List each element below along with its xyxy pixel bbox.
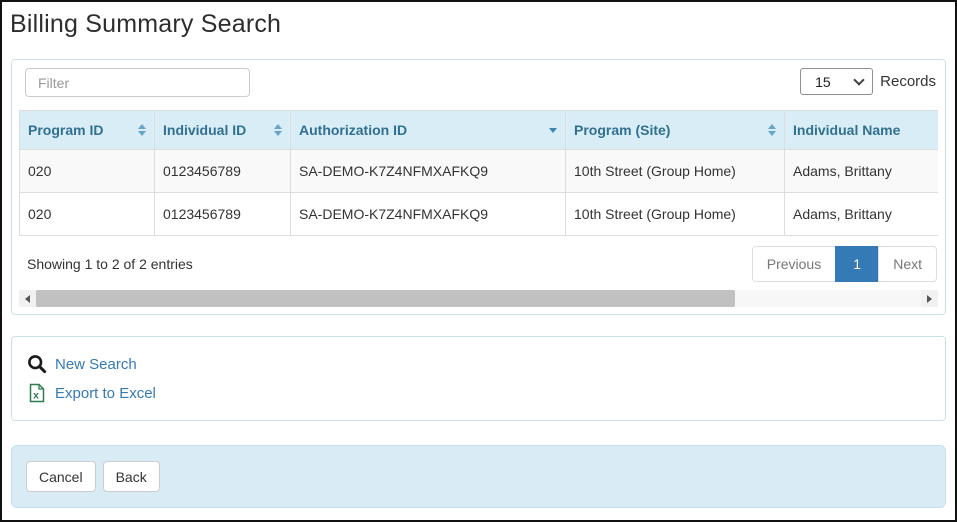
excel-icon: x xyxy=(27,383,47,403)
records-per-page-group: 15 Records xyxy=(800,68,936,95)
table-controls-row: 15 Records xyxy=(19,67,938,97)
cell-program-site: 10th Street (Group Home) xyxy=(565,149,785,193)
cell-program-id: 020 xyxy=(19,149,155,193)
scrollbar-track[interactable] xyxy=(36,290,921,307)
billing-summary-search-page: Billing Summary Search 15 Records xyxy=(0,0,957,522)
cell-program-site: 10th Street (Group Home) xyxy=(565,192,785,236)
page-title: Billing Summary Search xyxy=(10,10,282,38)
back-button[interactable]: Back xyxy=(102,461,160,492)
records-per-page-select[interactable]: 15 xyxy=(800,68,874,95)
table-info: Showing 1 to 2 of 2 entries xyxy=(27,256,193,272)
table-row[interactable]: 020 0123456789 SA-DEMO-K7Z4NFMXAFKQ9 10t… xyxy=(19,149,938,193)
scroll-right-button[interactable] xyxy=(921,290,938,307)
cell-individual-id: 0123456789 xyxy=(154,149,291,193)
cell-authorization-id: SA-DEMO-K7Z4NFMXAFKQ9 xyxy=(290,149,566,193)
new-search-link[interactable]: New Search xyxy=(55,356,137,373)
arrow-left-icon xyxy=(25,294,30,303)
column-label: Individual Name xyxy=(793,122,901,138)
cell-individual-name: Adams, Brittany xyxy=(784,149,938,193)
cell-program-id: 020 xyxy=(19,192,155,236)
cell-individual-name: Adams, Brittany xyxy=(784,192,938,236)
column-header-program-site[interactable]: Program (Site) xyxy=(565,110,785,150)
results-table: Program ID Individual ID Authorization I… xyxy=(19,110,938,236)
search-icon xyxy=(27,354,47,374)
pagination: Previous 1 Next xyxy=(751,246,937,282)
pagination-previous[interactable]: Previous xyxy=(751,246,837,282)
sort-icon xyxy=(138,124,146,136)
horizontal-scrollbar[interactable] xyxy=(19,290,938,307)
column-label: Program ID xyxy=(28,122,104,138)
column-header-program-id[interactable]: Program ID xyxy=(19,110,155,150)
filter-input[interactable] xyxy=(25,68,250,97)
cancel-button[interactable]: Cancel xyxy=(26,461,96,492)
table-footer-row: Showing 1 to 2 of 2 entries Previous 1 N… xyxy=(19,246,938,282)
footer-action-bar: Cancel Back xyxy=(11,445,946,508)
cell-individual-id: 0123456789 xyxy=(154,192,291,236)
column-label: Authorization ID xyxy=(299,122,408,138)
scroll-left-button[interactable] xyxy=(19,290,36,307)
export-to-excel-link[interactable]: Export to Excel xyxy=(55,385,156,402)
new-search-action[interactable]: New Search xyxy=(27,354,930,374)
pagination-next[interactable]: Next xyxy=(878,246,937,282)
column-header-individual-name[interactable]: Individual Name xyxy=(784,110,938,150)
svg-text:x: x xyxy=(33,390,39,402)
scrollbar-thumb[interactable] xyxy=(36,290,736,307)
records-label: Records xyxy=(880,73,936,90)
arrow-right-icon xyxy=(927,294,932,303)
sort-icon xyxy=(274,124,282,136)
export-to-excel-action[interactable]: x Export to Excel xyxy=(27,383,930,403)
actions-panel: New Search x Export to Excel xyxy=(11,336,946,421)
table-row[interactable]: 020 0123456789 SA-DEMO-K7Z4NFMXAFKQ9 10t… xyxy=(19,192,938,236)
pagination-page-1[interactable]: 1 xyxy=(835,246,880,282)
column-label: Program (Site) xyxy=(574,122,671,138)
column-label: Individual ID xyxy=(163,122,247,138)
column-header-individual-id[interactable]: Individual ID xyxy=(154,110,291,150)
table-header-row: Program ID Individual ID Authorization I… xyxy=(19,110,938,150)
cell-authorization-id: SA-DEMO-K7Z4NFMXAFKQ9 xyxy=(290,192,566,236)
sort-desc-icon xyxy=(549,127,557,133)
sort-icon xyxy=(768,124,776,136)
results-panel: 15 Records Program ID xyxy=(11,59,946,315)
column-header-authorization-id[interactable]: Authorization ID xyxy=(290,110,566,150)
results-table-viewport: Program ID Individual ID Authorization I… xyxy=(19,110,938,236)
